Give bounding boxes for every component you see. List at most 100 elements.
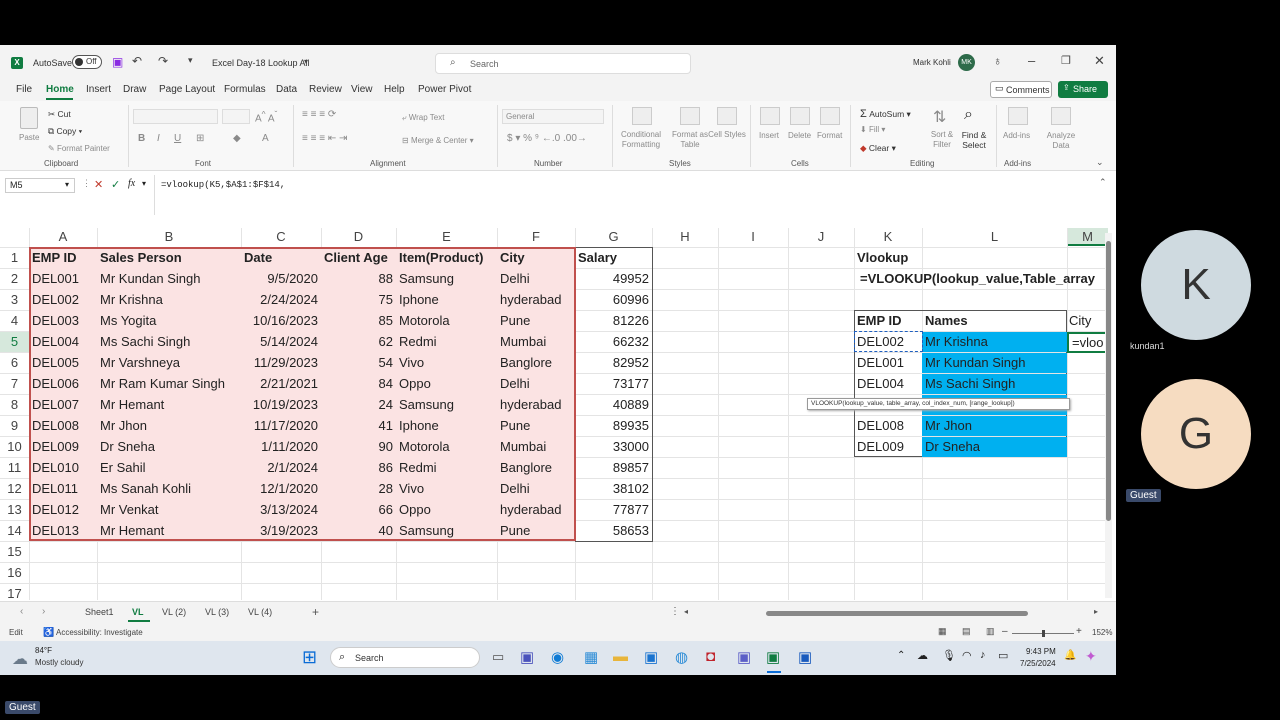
restore-icon[interactable]: ❐	[1061, 54, 1071, 67]
start-icon[interactable]: ⊞	[302, 647, 317, 668]
tabs-splitter-icon[interactable]: ⋮	[670, 606, 680, 617]
horizontal-scrollbar[interactable]: ◂ ▸	[684, 607, 1104, 620]
tab-power-pivot[interactable]: Power Pivot	[418, 84, 471, 95]
format-as-table-label[interactable]: Format as Table	[668, 130, 712, 150]
borders-icon[interactable]: ⊞	[196, 133, 204, 144]
column-header-b[interactable]: B	[97, 228, 241, 246]
title-chevron-icon[interactable]: ▾	[304, 57, 308, 66]
zoom-slider[interactable]	[1012, 630, 1074, 637]
column-header-g[interactable]: G	[575, 228, 652, 246]
horizontal-scroll-thumb[interactable]	[766, 611, 1028, 616]
insert-function-icon[interactable]: fx	[128, 178, 135, 189]
vertical-scrollbar[interactable]	[1105, 233, 1112, 598]
undo-icon[interactable]: ↶	[132, 54, 142, 68]
scroll-left-icon[interactable]: ◂	[684, 607, 688, 616]
analyze-data-label[interactable]: Analyze Data	[1045, 131, 1077, 151]
task-view-icon[interactable]: ▭	[492, 649, 504, 665]
minimize-icon[interactable]: –	[1028, 53, 1035, 68]
weather-icon[interactable]: ☁	[12, 649, 28, 669]
tab-page-layout[interactable]: Page Layout	[159, 84, 215, 95]
lookup-emp-id[interactable]: DEL001	[854, 353, 922, 373]
italic-icon[interactable]: I	[157, 133, 160, 144]
store-app-icon[interactable]: ▦	[584, 648, 598, 666]
lookup-header-emp-id[interactable]: EMP ID	[854, 311, 922, 331]
font-name-box[interactable]	[133, 109, 218, 124]
tab-home[interactable]: Home	[46, 84, 74, 95]
zoom-out-icon[interactable]: –	[1002, 626, 1008, 637]
tab-help[interactable]: Help	[384, 84, 405, 95]
tray-chevron-icon[interactable]: ⌃	[897, 650, 905, 661]
column-header-c[interactable]: C	[241, 228, 321, 246]
ribbon-collapse-icon[interactable]: ⌄	[1096, 157, 1104, 168]
lookup-name[interactable]: Dr Sneha	[922, 437, 1067, 457]
row-header-10[interactable]: 10	[0, 436, 29, 457]
view-page-break-icon[interactable]: ▥	[986, 626, 995, 637]
font-color-icon[interactable]: A	[262, 133, 269, 144]
document-title[interactable]: Excel Day-18 Lookup All	[212, 58, 310, 68]
lookup-name[interactable]: Mr Jhon	[922, 416, 1067, 436]
zoom-in-icon[interactable]: +	[1076, 626, 1082, 637]
cell-styles-icon[interactable]	[717, 107, 737, 125]
redo-icon[interactable]: ↷	[158, 54, 168, 68]
font-size-box[interactable]	[222, 109, 250, 124]
weather-desc[interactable]: Mostly cloudy	[35, 658, 83, 667]
edge-app-icon[interactable]: ◉	[551, 648, 564, 666]
column-header-f[interactable]: F	[497, 228, 575, 246]
row-header-1[interactable]: 1	[0, 247, 29, 268]
spreadsheet-grid[interactable]: ABCDEFGHIJKLM 1 2 3 4 5 6 7 8 9 10 11 12 13 14 15 16 17 …	[0, 228, 1108, 600]
tab-file[interactable]: File	[16, 84, 32, 95]
onedrive-icon[interactable]: ☁	[917, 649, 928, 662]
vlookup-title[interactable]: Vlookup	[854, 248, 1004, 268]
excel-app-icon[interactable]: ▣	[766, 648, 780, 666]
notification-bell-icon[interactable]: 🔔	[1064, 650, 1076, 661]
active-cell-m5[interactable]: =vloo	[1067, 332, 1108, 353]
formula-expand-icon[interactable]: ⌃	[1099, 177, 1107, 188]
row-header-17[interactable]: 17	[0, 583, 29, 600]
format-cells-label[interactable]: Format	[817, 131, 842, 140]
close-icon[interactable]: ✕	[1094, 53, 1105, 69]
formula-input[interactable]: =vlookup(K5,$A$1:$F$14,	[154, 175, 1109, 215]
zoom-level[interactable]: 152%	[1092, 628, 1112, 637]
row-header-2[interactable]: 2	[0, 268, 29, 289]
sheet-tab-sheet1[interactable]: Sheet1	[85, 607, 114, 617]
number-format-box[interactable]: General	[502, 109, 604, 124]
accessibility-status[interactable]: Accessibility: Investigate	[56, 628, 143, 637]
lookup-name[interactable]: Mr Krishna	[922, 332, 1067, 352]
user-avatar[interactable]: MK	[958, 54, 975, 71]
column-header-d[interactable]: D	[321, 228, 396, 246]
format-as-table-icon[interactable]	[680, 107, 700, 125]
confirm-entry-icon[interactable]: ✓	[111, 178, 120, 191]
conditional-formatting-label[interactable]: Conditional Formatting	[617, 130, 665, 150]
lookup-name[interactable]: Ms Sachi Singh	[922, 374, 1067, 394]
wifi-icon[interactable]: ◠	[962, 649, 972, 662]
delete-cells-icon[interactable]	[790, 107, 810, 125]
paste-icon[interactable]	[20, 107, 38, 129]
insert-cells-icon[interactable]	[760, 107, 780, 125]
row-header-15[interactable]: 15	[0, 541, 29, 562]
column-header-i[interactable]: I	[718, 228, 788, 246]
sheet-tab-vl-3[interactable]: VL (3)	[205, 607, 229, 617]
vlookup-syntax[interactable]: =VLOOKUP(lookup_value,Table_array	[857, 269, 1108, 289]
addins-icon[interactable]	[1008, 107, 1028, 125]
corner-select-all[interactable]	[0, 228, 29, 246]
tab-draw[interactable]: Draw	[123, 84, 146, 95]
fill-color-icon[interactable]: ◆	[233, 133, 241, 144]
column-header-h[interactable]: H	[652, 228, 718, 246]
zoom-slider-thumb[interactable]	[1042, 630, 1045, 637]
save-icon[interactable]: ▣	[112, 55, 123, 69]
analyze-data-icon[interactable]	[1051, 107, 1071, 125]
next-sheet-icon[interactable]: ›	[42, 606, 45, 617]
share-button[interactable]: ⇪ Share	[1058, 81, 1108, 98]
lookup-header-city[interactable]: City	[1066, 311, 1108, 331]
column-header-m[interactable]: M	[1067, 228, 1108, 246]
mic-icon[interactable]: 🎙	[942, 649, 956, 662]
lightbulb-icon[interactable]: ♁	[993, 54, 1002, 68]
view-normal-icon[interactable]: ▦	[938, 626, 947, 637]
format-cells-icon[interactable]	[820, 107, 840, 125]
lookup-header-names[interactable]: Names	[922, 311, 1067, 331]
delete-cells-label[interactable]: Delete	[788, 131, 811, 140]
cut-button[interactable]: ✂ Cut	[48, 109, 71, 120]
number-format-icons[interactable]: $ ▾ % ⁹ ←.0 .00→	[507, 133, 587, 144]
clock-time[interactable]: 9:43 PM	[1026, 647, 1056, 656]
lookup-emp-id[interactable]: DEL009	[854, 437, 922, 457]
